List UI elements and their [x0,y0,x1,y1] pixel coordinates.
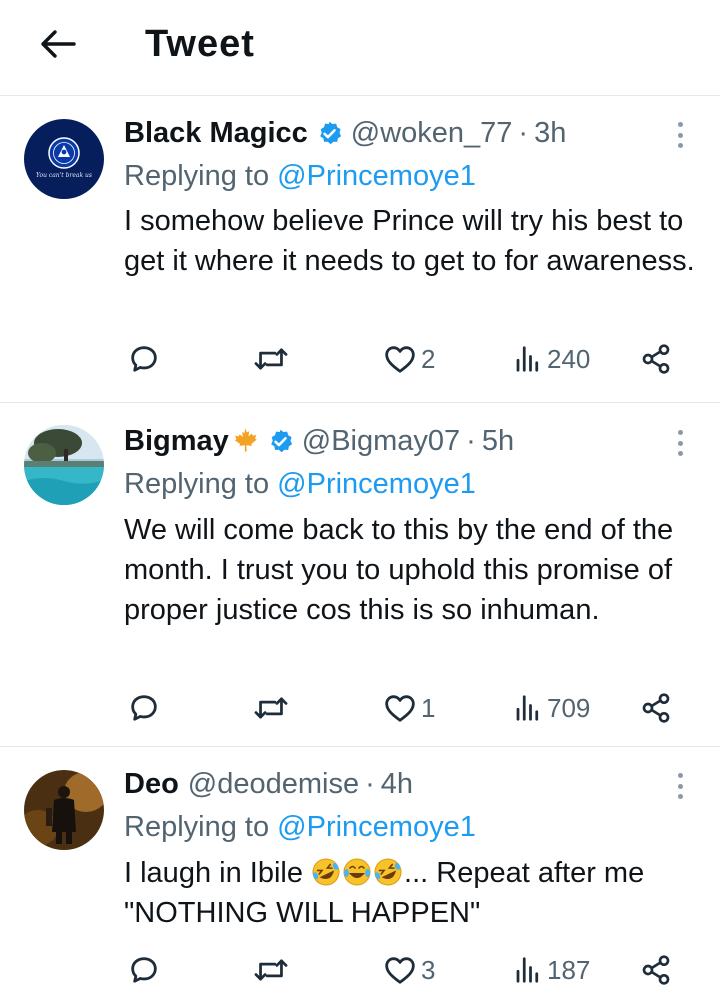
tears-of-joy-emoji-icon [343,858,371,886]
replying-to-link[interactable]: @Princemoye1 [277,811,476,843]
tweet-text-start: I laugh in Ibile [124,857,303,889]
retweet-icon [254,959,288,981]
reply-button[interactable] [128,688,160,728]
back-arrow-icon [41,30,76,58]
avatar[interactable] [24,770,104,850]
tweet-header: Bigmay @Bigmay07 · 5h [124,423,514,459]
reply-icon [131,957,157,983]
rolling-laughing-emoji-icon [312,858,340,886]
more-options-button[interactable] [668,770,692,802]
user-handle[interactable]: @Bigmay07 [302,423,460,459]
avatar[interactable]: You can't break us [24,119,104,199]
reply-icon [131,346,157,372]
maple-leaf-icon [231,427,259,455]
views-button[interactable]: 187 [514,950,590,990]
view-count: 240 [547,343,591,374]
separator-dot: · [518,117,529,149]
timestamp[interactable]: 4h [381,766,413,802]
display-name[interactable]: Black Magicc [124,115,308,151]
replying-to-link[interactable]: @Princemoye1 [277,468,476,500]
tweet-text: We will come back to this by the end of … [124,514,674,626]
display-name[interactable]: Bigmay [124,423,229,459]
views-icon [516,346,539,372]
more-vertical-icon [677,773,683,778]
share-icon [642,693,670,723]
verified-badge-icon [316,120,343,147]
user-handle[interactable]: @deodemise [188,766,359,802]
reply-button[interactable] [128,339,160,379]
share-icon [642,955,670,985]
page-title: Tweet [145,23,255,65]
replying-to-line: Replying to @Princemoye1 [124,466,476,502]
avatar-photo [24,425,104,505]
like-count: 1 [421,692,436,723]
action-bar: 2 240 [0,339,720,379]
separator-dot: · [466,425,476,457]
share-button[interactable] [640,950,672,990]
share-button[interactable] [640,339,672,379]
timestamp[interactable]: 5h [482,423,514,459]
reply-tweet-3[interactable]: Deo @deodemise · 4h Replying to @Princem… [0,748,720,1004]
view-count: 709 [547,692,591,723]
tweet-header: Deo @deodemise · 4h [124,766,413,802]
reply-icon [131,695,157,721]
like-count: 3 [421,954,436,985]
replying-label: Replying to [124,811,270,843]
like-count: 2 [421,343,436,374]
action-bar: 3 187 [0,950,720,990]
views-button[interactable]: 240 [514,339,590,379]
avatar-photo [24,770,104,850]
like-icon [385,957,415,984]
like-icon [385,695,415,722]
separator-dot: · [365,768,375,800]
views-icon [516,695,539,721]
like-button[interactable]: 3 [384,950,435,990]
back-button[interactable] [34,22,82,66]
like-button[interactable]: 2 [384,339,435,379]
more-options-button[interactable] [668,427,692,459]
reply-tweet-2[interactable]: Bigmay @Bigmay07 · 5h Replying to @Princ… [0,404,720,747]
retweet-button[interactable] [254,688,288,728]
replying-to-link[interactable]: @Princemoye1 [277,160,476,192]
top-bar: Tweet [0,0,720,96]
replying-to-line: Replying to @Princemoye1 [124,809,476,845]
share-button[interactable] [640,688,672,728]
retweet-icon [254,348,288,370]
more-vertical-icon [677,122,683,127]
tweet-text: I somehow believe Prince will try his be… [124,205,695,277]
reply-tweet-1[interactable]: You can't break us Black Magicc @woken_7… [0,97,720,403]
tweet-text: I laugh in Ibile ... Repeat after me "NO… [124,853,704,933]
view-count: 187 [547,954,591,985]
avatar-caption: You can't break us [36,172,92,179]
share-icon [642,344,670,374]
like-icon [385,346,415,373]
verified-badge-icon [267,428,294,455]
timestamp[interactable]: 3h [534,115,566,151]
tweet-header: Black Magicc @woken_77 · 3h [124,115,566,151]
display-name[interactable]: Deo [124,766,179,802]
club-crest-icon [48,137,80,169]
views-button[interactable]: 709 [514,688,590,728]
like-button[interactable]: 1 [384,688,435,728]
retweet-button[interactable] [254,339,288,379]
user-handle[interactable]: @woken_77 [351,115,513,151]
replying-label: Replying to [124,160,270,192]
retweet-icon [254,697,288,719]
replying-to-line: Replying to @Princemoye1 [124,158,476,194]
more-vertical-icon [677,430,683,435]
rolling-laughing-emoji-icon [374,858,402,886]
action-bar: 1 709 [0,688,720,728]
retweet-button[interactable] [254,950,288,990]
replying-label: Replying to [124,468,270,500]
views-icon [516,957,539,983]
reply-button[interactable] [128,950,160,990]
more-options-button[interactable] [668,119,692,151]
avatar[interactable] [24,425,104,505]
